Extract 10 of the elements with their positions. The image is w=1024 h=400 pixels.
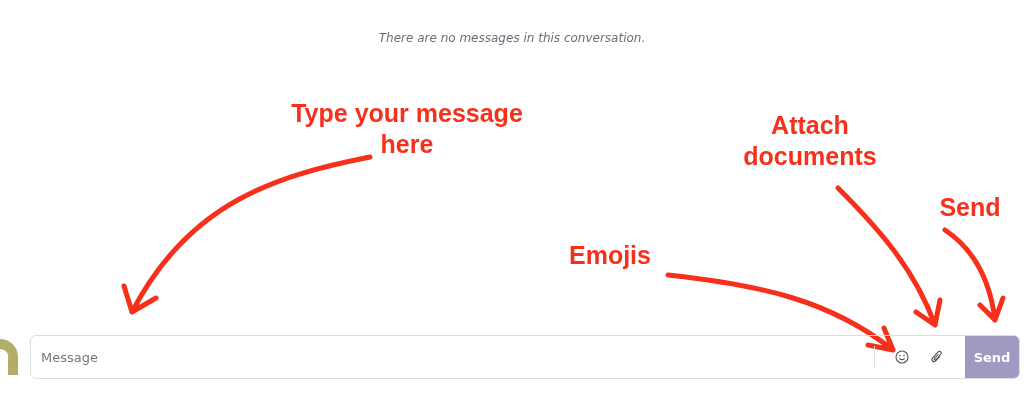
empty-conversation-notice: There are no messages in this conversation. xyxy=(377,30,647,45)
annotation-label: Send xyxy=(938,192,1002,223)
avatar-icon xyxy=(0,337,20,377)
send-button[interactable]: Send xyxy=(965,336,1019,378)
paperclip-icon[interactable] xyxy=(931,350,943,364)
annotation-label: Attach documents xyxy=(742,110,878,172)
emoji-icon[interactable] xyxy=(895,350,909,364)
annotation-label: Emojis xyxy=(568,240,652,271)
annotation-label: Type your message here xyxy=(290,98,524,160)
message-input-field[interactable]: Message Send xyxy=(30,335,1020,379)
